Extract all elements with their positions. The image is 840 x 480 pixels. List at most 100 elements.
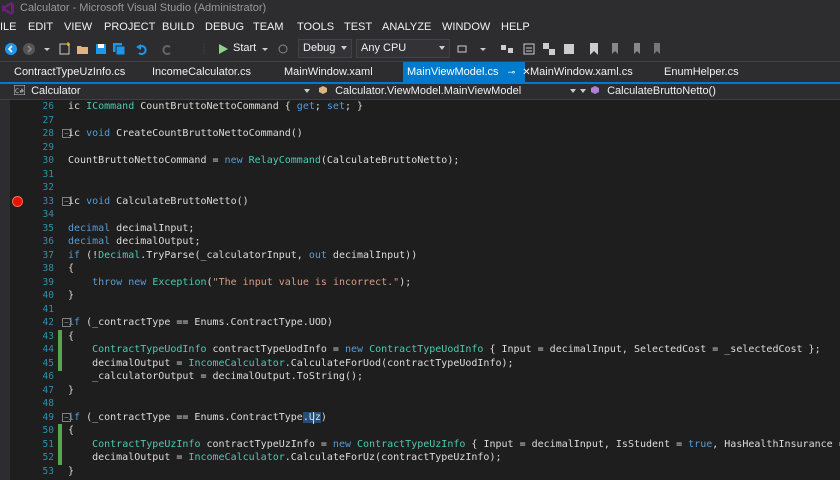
code-line[interactable]: 44 ContractTypeUodInfo contractTypeUodIn… bbox=[10, 343, 840, 357]
code-line[interactable]: 33− ic void CalculateBruttoNetto() bbox=[10, 195, 840, 209]
bookmark-icon[interactable] bbox=[587, 42, 601, 56]
code-line[interactable]: 50 { bbox=[10, 424, 840, 438]
menu-window[interactable]: WINDOW bbox=[442, 21, 490, 33]
menu-bar: ILE EDIT VIEW PROJECT BUILD DEBUG TEAM T… bbox=[0, 18, 840, 36]
code-line[interactable]: 41 bbox=[10, 303, 840, 317]
code-text: CountBruttoNettoCommand = new RelayComma… bbox=[68, 155, 460, 166]
line-number: 47 bbox=[42, 384, 54, 396]
code-line[interactable]: 38 { bbox=[10, 262, 840, 276]
document-tab-bar: ContractTypeUzInfo.cs IncomeCalculator.c… bbox=[0, 62, 840, 82]
tab-mainviewmodel[interactable]: MainViewModel.cs ⊸ ✕ bbox=[403, 62, 531, 82]
code-line[interactable]: 30 CountBruttoNettoCommand = new RelayCom… bbox=[10, 154, 840, 168]
code-line[interactable]: 37 if (!Decimal.TryParse(_calculatorInput… bbox=[10, 249, 840, 263]
start-debug-icon[interactable] bbox=[216, 42, 230, 56]
code-line[interactable]: 40} bbox=[10, 289, 840, 303]
type-name: Calculator.ViewModel.MainViewModel bbox=[335, 85, 522, 97]
toolbox-side-strip[interactable] bbox=[0, 100, 10, 480]
new-project-icon[interactable] bbox=[58, 42, 72, 56]
line-number: 42 bbox=[42, 317, 54, 328]
code-text: if (_contractType == Enums.ContractType.… bbox=[68, 411, 327, 423]
tab-mainwindow-xaml-cs[interactable]: MainWindow.xaml.cs bbox=[526, 62, 637, 82]
open-file-icon[interactable] bbox=[76, 42, 90, 56]
pin-icon[interactable]: ⊸ bbox=[508, 67, 516, 78]
menu-file[interactable]: ILE bbox=[0, 21, 17, 33]
change-indicator bbox=[58, 437, 62, 452]
menu-tools[interactable]: TOOLS bbox=[297, 21, 334, 33]
code-line[interactable]: 46 _calculatorOutput = decimalOutput.ToS… bbox=[10, 370, 840, 384]
line-number: 44 bbox=[42, 344, 54, 355]
solution-explorer-icon[interactable] bbox=[500, 42, 514, 56]
dropdown-arrow-icon[interactable] bbox=[40, 42, 54, 56]
code-line[interactable]: 26 ic ICommand CountBruttoNettoCommand { … bbox=[10, 100, 840, 114]
menu-edit[interactable]: EDIT bbox=[28, 21, 53, 33]
code-line[interactable]: 27 bbox=[10, 114, 840, 128]
navigation-bar: C# Calculator Calculator.ViewModel.MainV… bbox=[0, 84, 840, 100]
code-line[interactable]: 36 decimal decimalOutput; bbox=[10, 235, 840, 249]
code-line[interactable]: 42− if (_contractType == Enums.ContractTy… bbox=[10, 316, 840, 330]
menu-project[interactable]: PROJECT bbox=[104, 21, 155, 33]
member-dropdown[interactable]: CalculateBruttoNetto() bbox=[580, 84, 840, 99]
navigate-back-icon[interactable] bbox=[4, 42, 18, 56]
redo-icon[interactable] bbox=[160, 42, 174, 56]
code-line[interactable]: 35 decimal decimalInput; bbox=[10, 222, 840, 236]
window-title: Calculator - Microsoft Visual Studio (Ad… bbox=[20, 2, 267, 14]
class-icon bbox=[319, 86, 327, 94]
navigate-forward-icon[interactable] bbox=[22, 42, 36, 56]
line-number: 32 bbox=[42, 182, 54, 193]
tab-label: MainWindow.xaml bbox=[284, 66, 373, 78]
menu-help[interactable]: HELP bbox=[501, 21, 530, 33]
menu-analyze[interactable]: ANALYZE bbox=[382, 21, 431, 33]
code-line[interactable]: 43 { bbox=[10, 329, 840, 344]
line-number: 49 bbox=[42, 411, 54, 423]
code-line[interactable]: 34 bbox=[10, 208, 840, 222]
toolbar-overflow-icon[interactable] bbox=[476, 42, 490, 56]
save-all-icon[interactable] bbox=[112, 42, 126, 56]
breakpoint-icon[interactable] bbox=[12, 195, 23, 207]
csharp-project-icon: C# bbox=[14, 85, 25, 95]
tab-label: MainWindow.xaml.cs bbox=[530, 66, 633, 78]
tab-incomecalculator[interactable]: IncomeCalculator.cs bbox=[148, 62, 255, 82]
code-line[interactable]: 47} bbox=[10, 384, 840, 398]
code-line[interactable]: 53} bbox=[10, 465, 840, 479]
find-icon[interactable] bbox=[456, 42, 470, 56]
line-number: 46 bbox=[42, 371, 54, 382]
start-dropdown-icon[interactable] bbox=[258, 42, 272, 56]
code-line[interactable]: 49− if (_contractType == Enums.ContractTy… bbox=[10, 411, 840, 425]
prev-bookmark-icon[interactable] bbox=[609, 42, 623, 56]
solution-platform-select[interactable]: Any CPU bbox=[356, 39, 450, 58]
code-line[interactable]: 48 bbox=[10, 397, 840, 411]
class-view-icon[interactable] bbox=[542, 42, 556, 56]
menu-team[interactable]: TEAM bbox=[253, 21, 284, 33]
properties-icon[interactable] bbox=[522, 42, 536, 56]
code-line[interactable]: 28− ic void CreateCountBruttoNettoCommand… bbox=[10, 127, 840, 141]
undo-icon[interactable] bbox=[135, 42, 149, 56]
code-line[interactable]: 45 decimalOutput = IncomeCalculator.Calc… bbox=[10, 356, 840, 371]
save-icon[interactable] bbox=[94, 42, 108, 56]
attach-icon[interactable] bbox=[276, 42, 290, 56]
code-line[interactable]: 52 decimalOutput = IncomeCalculator.Calc… bbox=[10, 451, 840, 465]
clear-bookmarks-icon[interactable] bbox=[651, 42, 665, 56]
tab-enumhelper[interactable]: EnumHelper.cs bbox=[660, 62, 743, 82]
tab-contracttypeuzinfo[interactable]: ContractTypeUzInfo.cs bbox=[10, 62, 129, 82]
start-button[interactable]: Start bbox=[233, 42, 256, 54]
code-text: ic void CreateCountBruttoNettoCommand() bbox=[68, 128, 303, 139]
next-bookmark-icon[interactable] bbox=[631, 42, 645, 56]
code-line[interactable]: 31 bbox=[10, 168, 840, 182]
project-dropdown[interactable]: C# Calculator bbox=[14, 84, 314, 99]
code-editor[interactable]: 26 ic ICommand CountBruttoNettoCommand { … bbox=[10, 100, 840, 480]
toolbox-icon[interactable] bbox=[562, 42, 576, 56]
code-text: ContractTypeUzInfo contractTypeUzInfo = … bbox=[92, 438, 840, 450]
line-number: 34 bbox=[42, 209, 54, 220]
menu-test[interactable]: TEST bbox=[344, 21, 372, 33]
menu-view[interactable]: VIEW bbox=[64, 21, 92, 33]
code-line[interactable]: 32 bbox=[10, 181, 840, 195]
menu-debug[interactable]: DEBUG bbox=[205, 21, 244, 33]
menu-build[interactable]: BUILD bbox=[162, 21, 194, 33]
type-dropdown[interactable]: Calculator.ViewModel.MainViewModel bbox=[318, 84, 580, 99]
code-text: { bbox=[68, 330, 75, 342]
code-line[interactable]: 51 ContractTypeUzInfo contractTypeUzInfo… bbox=[10, 437, 840, 452]
tab-mainwindow-xaml[interactable]: MainWindow.xaml bbox=[280, 62, 377, 82]
solution-configuration-select[interactable]: Debug bbox=[298, 39, 352, 58]
code-line[interactable]: 29 bbox=[10, 141, 840, 155]
code-line[interactable]: 39 throw new Exception("The input value … bbox=[10, 276, 840, 290]
